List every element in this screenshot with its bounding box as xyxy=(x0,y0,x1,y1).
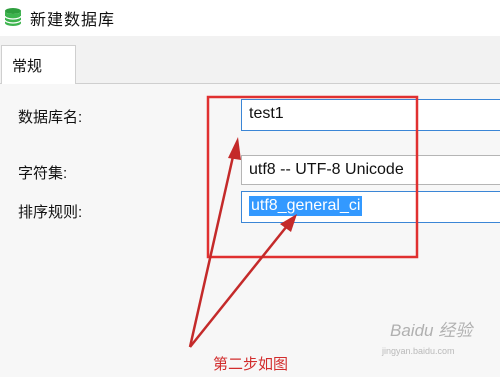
collation-value: utf8_general_ci xyxy=(249,196,363,216)
charset-value: utf8 -- UTF-8 Unicode xyxy=(249,161,404,178)
baidu-watermark: Baidu 经验 jingyan.baidu.com xyxy=(382,316,492,366)
tab-general[interactable]: 常规 xyxy=(1,45,76,85)
watermark-sub: jingyan.baidu.com xyxy=(382,346,455,356)
annotation-caption: 第二步如图 xyxy=(213,356,289,373)
charset-select[interactable]: utf8 -- UTF-8 Unicode xyxy=(241,155,500,185)
tab-strip: 常规 xyxy=(0,36,500,85)
database-icon xyxy=(4,8,22,26)
db-name-value: test1 xyxy=(249,105,284,122)
window-title: 新建数据库 xyxy=(30,12,116,29)
db-name-label: 数据库名: xyxy=(18,109,83,126)
title-bar: 新建数据库 xyxy=(0,0,500,36)
collation-select[interactable]: utf8_general_ci xyxy=(241,191,500,223)
watermark-text: Baidu 经验 xyxy=(390,321,473,340)
charset-label: 字符集: xyxy=(18,165,68,182)
collation-label: 排序规则: xyxy=(18,204,83,221)
db-name-input[interactable]: test1 xyxy=(241,99,500,131)
